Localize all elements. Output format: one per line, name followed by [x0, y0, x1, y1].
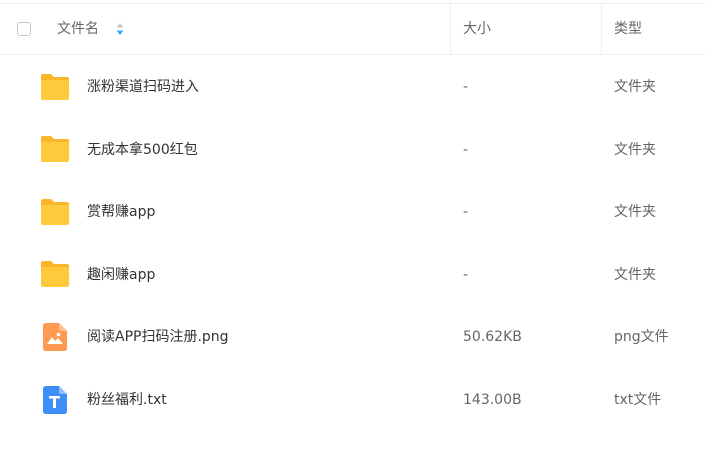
file-type: 文件夹: [614, 79, 656, 95]
table-row[interactable]: 趣闲赚app - 文件夹: [0, 242, 706, 304]
file-type: 文件夹: [614, 204, 656, 220]
column-divider[interactable]: [450, 4, 451, 54]
file-name[interactable]: 粉丝福利.txt: [87, 391, 167, 409]
file-name[interactable]: 阅读APP扫码注册.png: [87, 328, 229, 346]
file-type: txt文件: [614, 392, 662, 408]
file-size: -: [463, 267, 469, 283]
file-name[interactable]: 赏帮赚app: [87, 203, 155, 221]
folder-icon: [41, 261, 69, 287]
table-row[interactable]: 粉丝福利.txt 143.00B txt文件: [0, 366, 706, 428]
folder-icon: [41, 136, 69, 162]
file-size: 50.62KB: [463, 329, 522, 345]
table-row[interactable]: 涨粉渠道扫码进入 - 文件夹: [0, 56, 706, 118]
file-type: 文件夹: [614, 142, 656, 158]
file-size: -: [463, 79, 469, 95]
file-size: 143.00B: [463, 392, 522, 408]
text-file-icon: [43, 386, 67, 414]
table-row[interactable]: 阅读APP扫码注册.png 50.62KB png文件: [0, 304, 706, 366]
file-name[interactable]: 涨粉渠道扫码进入: [87, 78, 199, 96]
table-header: 文件名 大小 类型: [0, 4, 706, 55]
file-size: -: [463, 142, 469, 158]
header-filename[interactable]: 文件名: [57, 20, 99, 38]
file-name[interactable]: 无成本拿500红包: [87, 141, 198, 159]
sort-icon[interactable]: [115, 21, 125, 37]
folder-icon: [41, 199, 69, 225]
header-size[interactable]: 大小: [463, 20, 491, 38]
folder-icon: [41, 74, 69, 100]
select-all-checkbox[interactable]: [17, 22, 31, 36]
table-row[interactable]: 赏帮赚app - 文件夹: [0, 180, 706, 242]
file-size: -: [463, 204, 469, 220]
file-name[interactable]: 趣闲赚app: [87, 266, 155, 284]
table-row[interactable]: 无成本拿500红包 - 文件夹: [0, 118, 706, 180]
file-list-table: 文件名 大小 类型 涨粉渠道扫码进入 - 文件夹 无成本拿500红包 - 文件夹: [0, 0, 706, 460]
file-type: png文件: [614, 329, 669, 345]
image-file-icon: [43, 323, 67, 351]
column-divider[interactable]: [601, 4, 602, 54]
header-type[interactable]: 类型: [614, 20, 642, 38]
file-type: 文件夹: [614, 267, 656, 283]
